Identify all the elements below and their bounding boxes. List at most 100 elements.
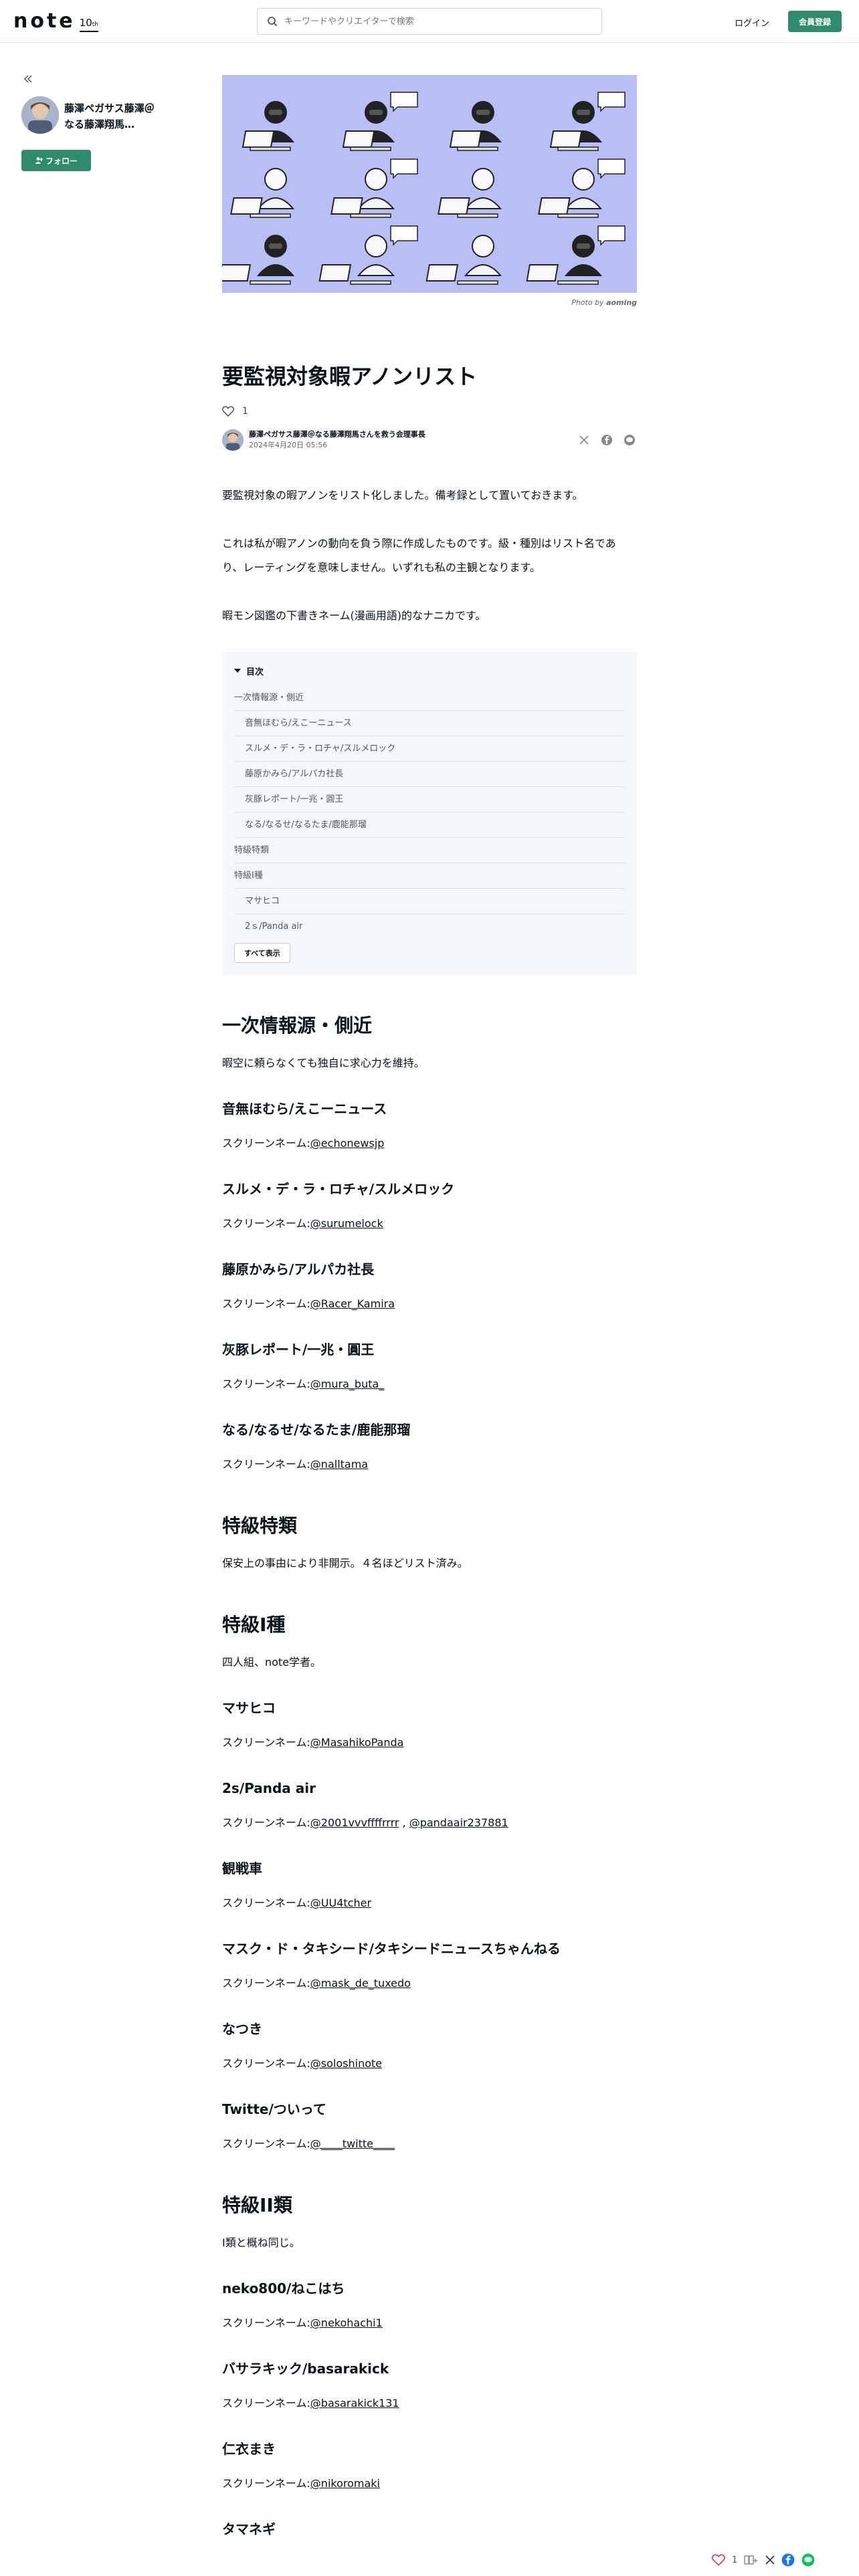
screen-name-label: スクリーンネーム: xyxy=(222,2057,310,2070)
screen-name-line: スクリーンネーム:@2001vvvffffrrrr , @pandaair237… xyxy=(222,1812,637,1834)
screen-name-link[interactable]: @nekohachi1 xyxy=(310,2317,383,2329)
screen-name-line: スクリーンネーム:@Racer_Kamira xyxy=(222,1293,637,1315)
toc-item[interactable]: スルメ・デ・ラ・ロチャ/スルメロック xyxy=(234,736,625,762)
screen-name-link[interactable]: @____twitte____ xyxy=(310,2137,395,2150)
screen-name-link[interactable]: @nalltama xyxy=(310,1458,368,1471)
person-heading: 灰豚レポート/一兆・圓王 xyxy=(222,1341,375,1358)
screen-name-label: スクリーンネーム: xyxy=(222,2137,310,2150)
logo-wordmark: note xyxy=(13,9,76,33)
toc-item[interactable]: 灰豚レポート/一兆・圓王 xyxy=(234,787,625,813)
like-count[interactable]: 1 xyxy=(242,406,248,417)
hero-image xyxy=(222,75,637,293)
float-x-share-icon[interactable] xyxy=(765,2555,775,2565)
screen-name-label: スクリーンネーム: xyxy=(222,1977,310,1990)
search-icon xyxy=(268,17,278,27)
screen-name-label: スクリーンネーム: xyxy=(222,1137,310,1150)
screen-name-link[interactable]: @mura_buta_ xyxy=(310,1378,384,1390)
intro-paragraph-3: 暇モン図鑑の下書きネーム(漫画用語)的なナニカです。 xyxy=(222,609,486,622)
screen-name-link[interactable]: @soloshinote xyxy=(310,2057,382,2070)
toc-list: 一次情報源・側近 音無ほむら/えこーニュース スルメ・デ・ラ・ロチャ/スルメロッ… xyxy=(234,685,625,939)
x-share-icon[interactable] xyxy=(577,433,591,447)
screen-name-line: スクリーンネーム:@nalltama xyxy=(222,1454,637,1475)
line-share-icon[interactable] xyxy=(622,433,637,447)
person-heading: タマネギ xyxy=(222,2521,276,2537)
search-box[interactable] xyxy=(257,8,602,35)
screen-name-line: スクリーンネーム:@UU4tcher xyxy=(222,1893,637,1914)
caret-down-icon xyxy=(234,669,241,673)
intro-paragraph-1: 要監視対象の暇アノンをリスト化しました。備考録として置いておきます。 xyxy=(222,489,583,502)
person-heading: マサヒコ xyxy=(222,1700,276,1716)
author-avatar[interactable] xyxy=(21,96,59,134)
person-heading: Twitte/ついって xyxy=(222,2101,326,2117)
article-body: 要監視対象の暇アノンをリスト化しました。備考録として置いておきます。 これは私が… xyxy=(222,484,637,628)
person-heading: 仁衣まき xyxy=(222,2441,276,2457)
toc-item[interactable]: 特級I種 xyxy=(234,863,625,889)
screen-name-link[interactable]: @mask_de_tuxedo xyxy=(310,1977,411,1990)
photo-credit-name[interactable]: aoming xyxy=(606,298,637,307)
float-line-share-icon[interactable] xyxy=(801,2553,815,2567)
float-heart-icon[interactable] xyxy=(712,2554,725,2566)
screen-name-link[interactable]: @UU4tcher xyxy=(310,1897,371,1909)
toc-item[interactable]: 藤原かみら/アルパカ社長 xyxy=(234,762,625,787)
screen-name-link[interactable]: @Racer_Kamira xyxy=(310,1297,395,1310)
anniversary-number: 10 xyxy=(79,17,92,29)
screen-name-link[interactable]: @nikoromaki xyxy=(310,2477,380,2490)
hero-illustration xyxy=(222,75,637,293)
toc-toggle[interactable]: 目次 xyxy=(234,663,625,679)
screen-name-line: スクリーンネーム:@mura_buta_ xyxy=(222,1374,637,1395)
screen-name-link[interactable]: @2001vvvffffrrrr xyxy=(310,1816,399,1829)
article-main: Photo by aoming 要監視対象暇アノンリスト 1 藤澤ペガサス藤澤＠… xyxy=(222,75,637,2553)
screen-name-label: スクリーンネーム: xyxy=(222,1458,310,1471)
collapse-sidebar-icon[interactable] xyxy=(21,72,35,86)
note-logo[interactable]: note 10th xyxy=(13,11,98,32)
toc-item[interactable]: なる/なるせ/なるたま/鹿能那瑠 xyxy=(234,813,625,838)
person-heading: なる/なるせ/なるたま/鹿能那瑠 xyxy=(222,1422,411,1438)
screen-name-separator: , xyxy=(399,1816,409,1829)
screen-name-link[interactable]: @pandaair237881 xyxy=(409,1816,508,1829)
login-button[interactable]: ログイン xyxy=(727,12,777,33)
person-heading: neko800/ねこはち xyxy=(222,2280,345,2296)
section-heading: 一次情報源・側近 xyxy=(222,1014,373,1037)
share-icons xyxy=(577,433,637,447)
toc-item[interactable]: 一次情報源・側近 xyxy=(234,685,625,711)
byline: 藤澤ペガサス藤澤＠なる藤澤翔馬さんを救う会理事長 2024年4月20日 05:5… xyxy=(222,429,637,451)
person-heading: なつき xyxy=(222,2021,262,2037)
show-all-toc-button[interactable]: すべて表示 xyxy=(234,943,290,963)
screen-name-link[interactable]: @basarakick131 xyxy=(310,2397,399,2409)
byline-author-name[interactable]: 藤澤ペガサス藤澤＠なる藤澤翔馬さんを救う会理事長 xyxy=(249,429,425,440)
photo-credit-prefix: Photo by xyxy=(571,298,604,307)
screen-name-label: スクリーンネーム: xyxy=(222,1816,310,1829)
anniversary-badge: 10th xyxy=(79,17,98,32)
screen-name-line: スクリーンネーム:@____twitte____ xyxy=(222,2133,637,2155)
float-facebook-share-icon[interactable] xyxy=(781,2553,795,2567)
toc-item[interactable]: 音無ほむら/えこーニュース xyxy=(234,711,625,736)
intro-paragraph-2: これは私が暇アノンの動向を負う際に作成したものです。級・種別はリスト名であり、レ… xyxy=(222,537,616,574)
heart-icon[interactable] xyxy=(222,406,234,417)
screen-name-label: スクリーンネーム: xyxy=(222,1217,310,1230)
author-name[interactable]: 藤澤ペガサス藤澤＠なる藤澤翔馬… xyxy=(64,100,158,132)
person-heading: スルメ・デ・ラ・ロチャ/スルメロック xyxy=(222,1181,455,1197)
person-heading: 音無ほむら/えこーニュース xyxy=(222,1101,387,1117)
follow-button[interactable]: フォロー xyxy=(21,150,91,171)
toc-item[interactable]: 特級特類 xyxy=(234,838,625,863)
toc-item[interactable]: マサヒコ xyxy=(234,889,625,914)
screen-name-line: スクリーンネーム:@soloshinote xyxy=(222,2053,637,2074)
section-description: 四人組、note学者。 xyxy=(222,1656,322,1669)
float-like-count[interactable]: 1 xyxy=(732,2555,737,2565)
screen-name-label: スクリーンネーム: xyxy=(222,2317,310,2329)
signup-button[interactable]: 会員登録 xyxy=(788,11,842,32)
photo-credit: Photo by aoming xyxy=(222,298,637,307)
byline-avatar[interactable] xyxy=(222,429,244,451)
screen-name-link[interactable]: @MasahikoPanda xyxy=(310,1736,404,1749)
search-input[interactable] xyxy=(284,16,579,27)
screen-name-link[interactable]: @echonewsjp xyxy=(310,1137,385,1150)
magazine-add-icon[interactable] xyxy=(744,2554,759,2566)
facebook-share-icon[interactable] xyxy=(599,433,614,447)
toc-item[interactable]: 2ｓ/Panda air xyxy=(234,914,625,939)
screen-name-label: スクリーンネーム: xyxy=(222,1297,310,1310)
section-description: 保安上の事由により非開示。４名ほどリスト済み。 xyxy=(222,1557,468,1570)
screen-name-link[interactable]: @surumelock xyxy=(310,1217,383,1230)
person-heading: バサラキック/basarakick xyxy=(222,2361,389,2377)
section-description: I類と概ね同じ。 xyxy=(222,2236,300,2249)
section-description: 暇空に頼らなくても独自に求心力を維持。 xyxy=(222,1057,425,1069)
